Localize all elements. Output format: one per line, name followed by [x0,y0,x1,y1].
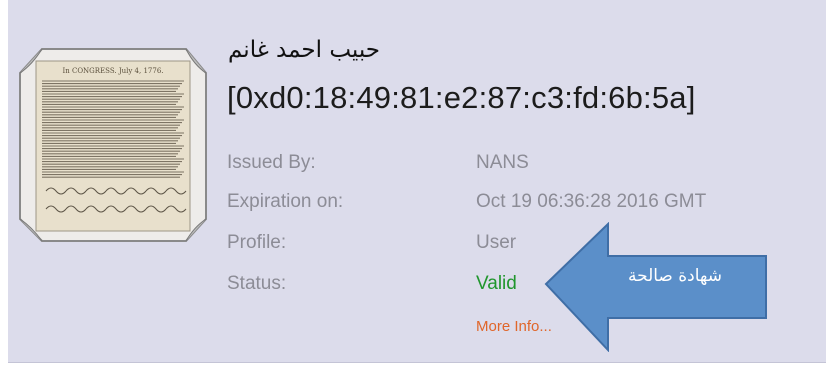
status-label: Status: [227,273,287,294]
certificate-panel: In CONGRESS. July 4, 1776. حبيب احمد غان… [8,0,826,363]
callout-arrow [544,222,767,352]
profile-value: User [476,232,517,253]
status-value: Valid [476,273,517,294]
certificate-fingerprint: [0xd0:18:49:81:e2:87:c3:fd:6b:5a] [227,80,696,115]
more-info-link[interactable]: More Info... [476,318,552,335]
issued-by-label: Issued By: [227,152,316,173]
profile-label: Profile: [227,232,287,253]
issued-by-value: NANS [476,152,529,173]
callout-text: شهادة صالحة [627,266,723,286]
expiration-value: Oct 19 06:36:28 2016 GMT [476,191,707,212]
document-header: In CONGRESS. July 4, 1776. [62,67,163,75]
certificate-image: In CONGRESS. July 4, 1776. [19,48,207,242]
expiration-label: Expiration on: [227,191,344,212]
certificate-holder-name: حبيب احمد غانم [228,37,381,63]
